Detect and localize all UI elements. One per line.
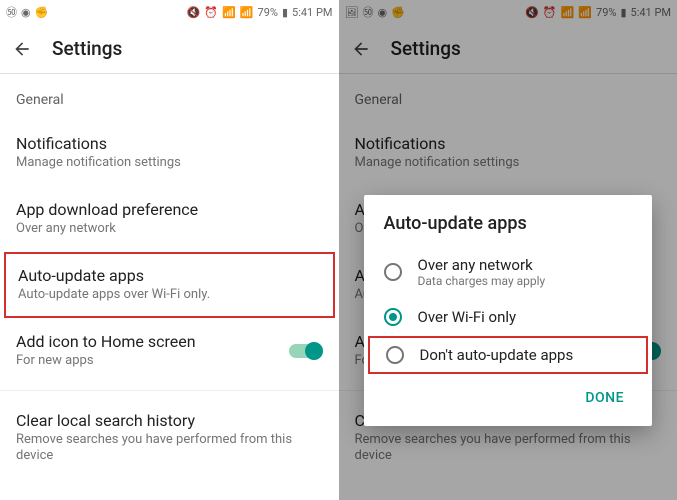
item-clear-history[interactable]: Clear local search history Remove search… [0, 397, 339, 480]
item-subtitle: Auto-update apps over Wi-Fi only. [18, 287, 321, 304]
alarm-icon: ⏰ [204, 6, 218, 19]
item-title: App download preference [16, 200, 323, 219]
option-label: Over Wi-Fi only [418, 308, 633, 326]
toggle-add-icon[interactable] [289, 344, 323, 358]
battery-pct: 79% [596, 6, 616, 19]
badge-icon: ㊿ [362, 4, 373, 20]
back-button[interactable] [12, 39, 32, 59]
page-title: Settings [52, 37, 122, 60]
item-title: Notifications [355, 134, 662, 153]
settings-screen-left: ㊿ ◉ ✊ 🔇 ⏰ 📶 📶 79% ▮ 5:41 PM Settings Gen… [0, 0, 339, 500]
app-bar: Settings [339, 24, 677, 74]
option-sub: Data charges may apply [418, 274, 633, 288]
page-title: Settings [391, 37, 461, 60]
radio-icon [384, 308, 402, 326]
dialog-actions: DONE [364, 374, 653, 422]
status-time: 5:41 PM [292, 6, 332, 19]
item-subtitle: Manage notification settings [355, 155, 662, 172]
status-time: 5:41 PM [631, 6, 671, 19]
signal-icon: 📶 [240, 6, 254, 19]
item-title: Clear local search history [16, 411, 323, 430]
battery-icon: ▮ [620, 6, 626, 19]
item-auto-update-apps[interactable]: Auto-update apps Auto-update apps over W… [4, 252, 335, 318]
battery-icon: ▮ [282, 6, 288, 19]
option-wifi-only[interactable]: Over Wi-Fi only [364, 298, 653, 336]
item-title: Auto-update apps [18, 266, 321, 285]
status-bar: 🖼 ㊿ ◉ ✊ 🔇 ⏰ 📶 📶 79% ▮ 5:41 PM [339, 0, 677, 24]
badge-icon: ㊿ [6, 4, 17, 20]
option-label: Over any network [418, 256, 633, 274]
item-subtitle: Remove searches you have performed from … [16, 432, 323, 466]
item-subtitle: Over any network [16, 221, 323, 238]
section-general: General [0, 74, 339, 120]
status-bar: ㊿ ◉ ✊ 🔇 ⏰ 📶 📶 79% ▮ 5:41 PM [0, 0, 339, 24]
radio-icon [384, 263, 402, 281]
image-icon: 🖼 [345, 6, 359, 19]
option-label: Don't auto-update apps [420, 346, 631, 364]
back-button[interactable] [351, 39, 371, 59]
settings-screen-right: 🖼 ㊿ ◉ ✊ 🔇 ⏰ 📶 📶 79% ▮ 5:41 PM Settings G… [339, 0, 677, 500]
back-arrow-icon [12, 39, 32, 59]
item-download-preference[interactable]: App download preference Over any network [0, 186, 339, 252]
option-dont-auto-update[interactable]: Don't auto-update apps [368, 336, 649, 374]
mute-icon: 🔇 [187, 6, 201, 19]
signal-icon: 📶 [578, 6, 592, 19]
section-general: General [339, 74, 677, 120]
item-title: Add icon to Home screen [16, 332, 289, 351]
done-button[interactable]: DONE [573, 382, 636, 414]
dialog-title: Auto-update apps [364, 213, 653, 246]
rock-hand-icon: ✊ [35, 6, 49, 19]
app-bar: Settings [0, 24, 339, 74]
item-subtitle: For new apps [16, 353, 289, 370]
auto-update-dialog: Auto-update apps Over any network Data c… [364, 195, 653, 426]
divider [0, 390, 339, 391]
rec-icon: ◉ [377, 6, 387, 19]
wifi-icon: 📶 [561, 6, 575, 19]
item-add-icon-home[interactable]: Add icon to Home screen For new apps [0, 318, 339, 384]
radio-icon [386, 346, 404, 364]
alarm-icon: ⏰ [543, 6, 557, 19]
battery-pct: 79% [258, 6, 278, 19]
item-title: Notifications [16, 134, 323, 153]
back-arrow-icon [351, 39, 371, 59]
item-subtitle: Manage notification settings [16, 155, 323, 172]
option-any-network[interactable]: Over any network Data charges may apply [364, 246, 653, 298]
wifi-icon: 📶 [222, 6, 236, 19]
rock-hand-icon: ✊ [391, 6, 405, 19]
rec-icon: ◉ [21, 6, 31, 19]
item-notifications[interactable]: Notifications Manage notification settin… [0, 120, 339, 186]
item-notifications[interactable]: Notifications Manage notification settin… [339, 120, 677, 186]
item-subtitle: Remove searches you have performed from … [355, 432, 662, 466]
mute-icon: 🔇 [525, 6, 539, 19]
